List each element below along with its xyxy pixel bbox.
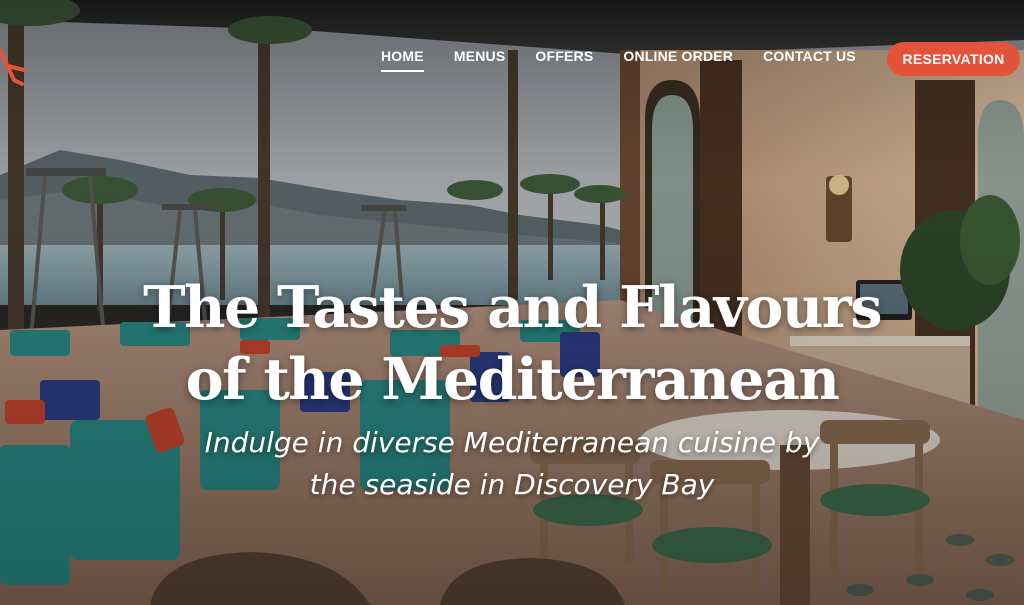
hero-title-line-1: The Tastes and Flavours [143, 274, 882, 341]
hero-title-line-2: of the Mediterranean [185, 346, 840, 413]
nav-offers[interactable]: OFFERS [535, 46, 593, 72]
nav-contact-us[interactable]: CONTACT US [763, 46, 856, 72]
hero-subtitle-line-1: Indulge in diverse Mediterranean cuisine… [204, 426, 820, 459]
hero-section: HOME MENUS OFFERS ONLINE ORDER CONTACT U… [0, 0, 1024, 605]
reservation-button[interactable]: RESERVATION [887, 42, 1020, 76]
hero-subtitle-line-2: the seaside in Discovery Bay [309, 468, 715, 501]
nav-online-order[interactable]: ONLINE ORDER [623, 46, 733, 72]
nav-menus[interactable]: MENUS [454, 46, 506, 72]
brand-logo-icon[interactable] [0, 44, 28, 90]
main-nav: HOME MENUS OFFERS ONLINE ORDER CONTACT U… [366, 44, 871, 74]
nav-home[interactable]: HOME [381, 46, 424, 72]
hero-subtitle: Indulge in diverse Mediterranean cuisine… [0, 422, 1024, 506]
hero-title: The Tastes and Flavours of the Mediterra… [0, 272, 1024, 416]
